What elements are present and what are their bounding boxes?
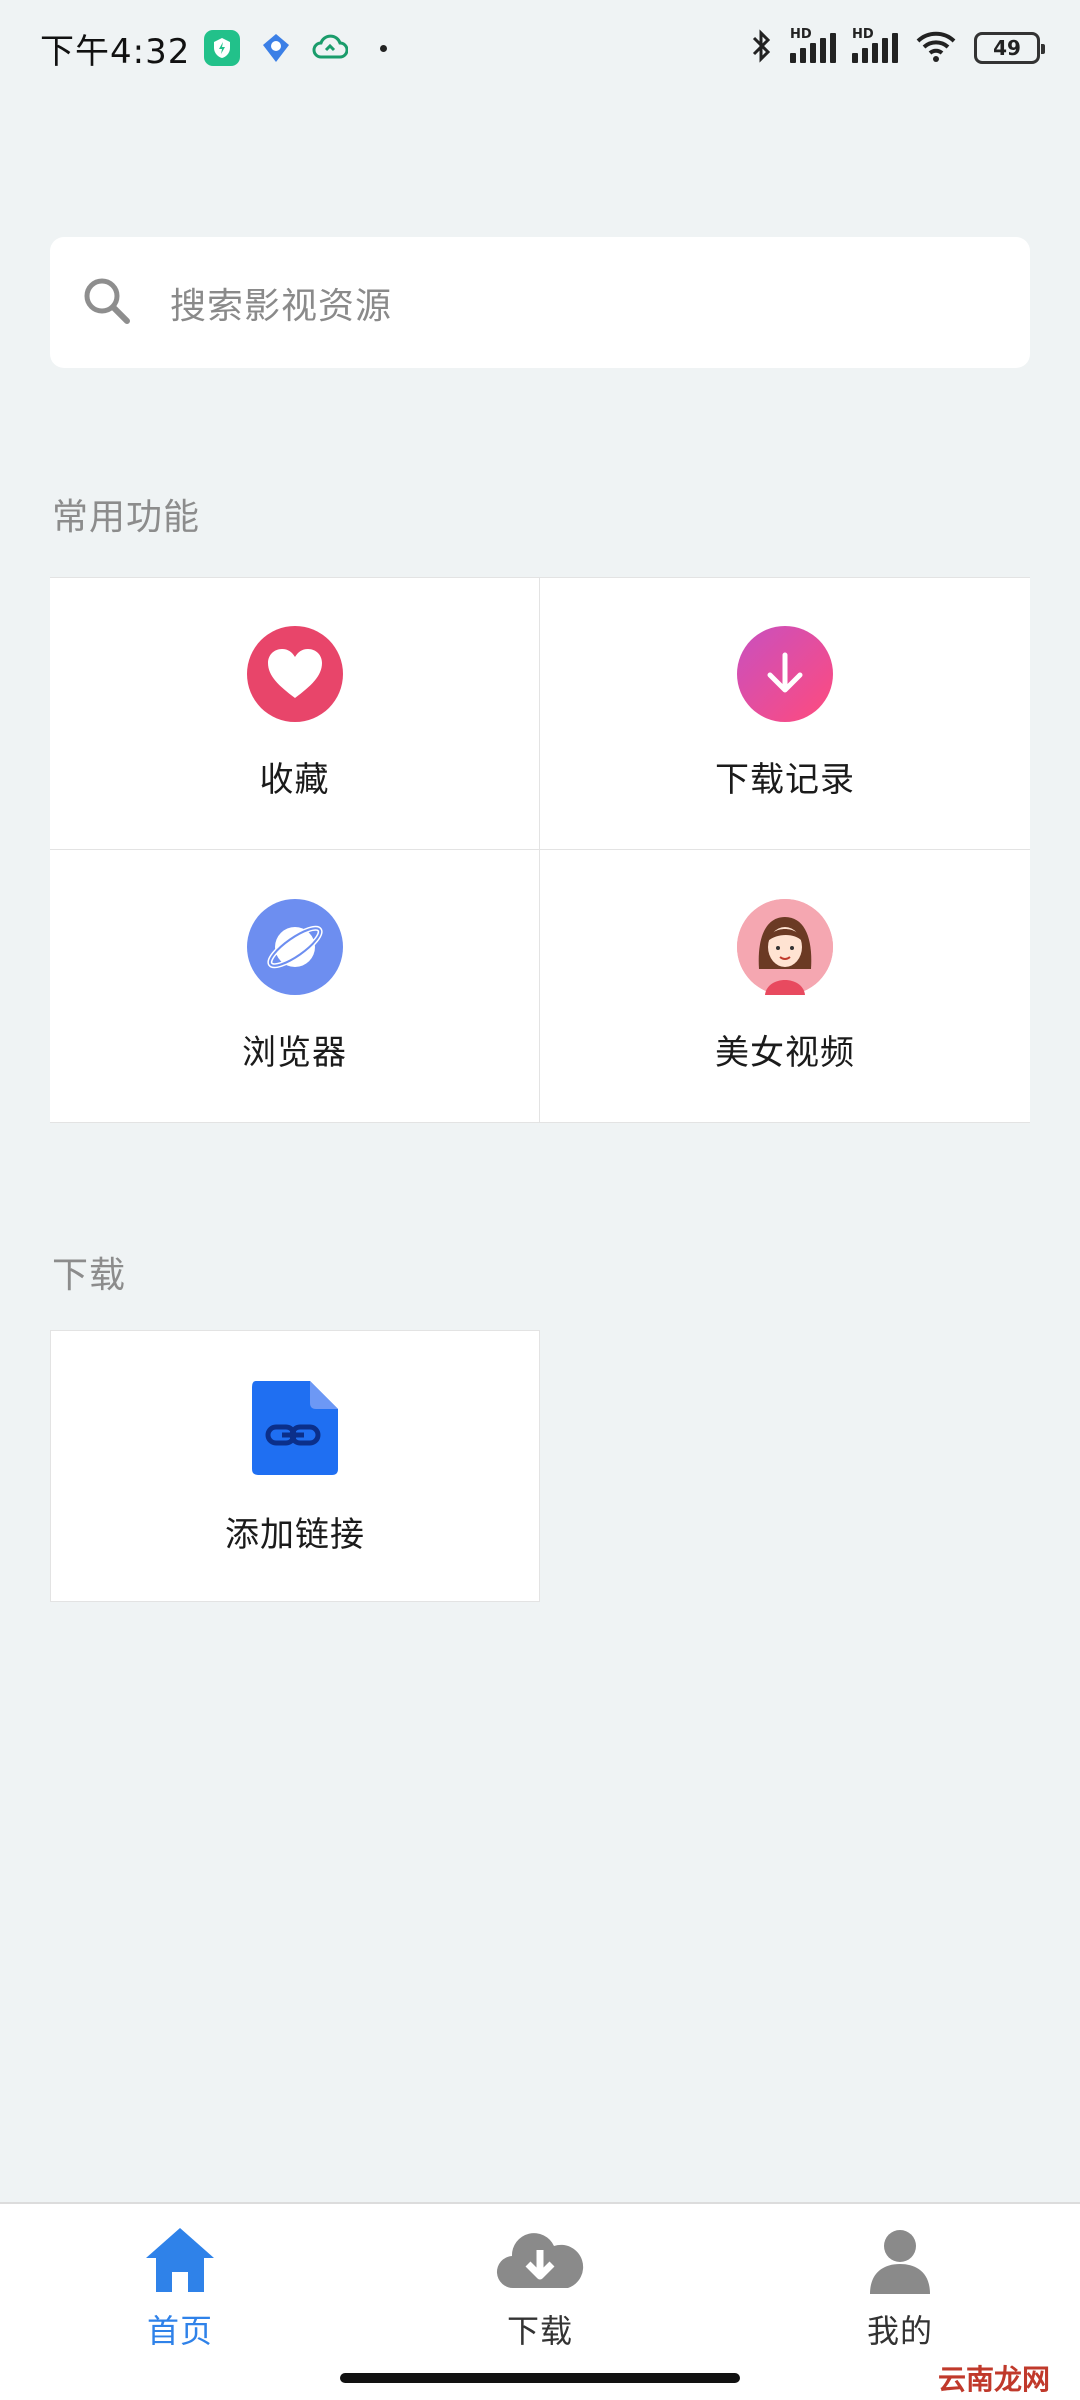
cloud-download-icon — [494, 2224, 586, 2300]
status-time: 下午4:32 — [40, 31, 191, 72]
gesture-home-bar[interactable] — [340, 2373, 740, 2383]
feature-grid: 收藏 下载记录 浏览器 美女视频 — [50, 577, 1030, 1123]
feature-download-history[interactable]: 下载记录 — [540, 578, 1030, 850]
feature-label: 收藏 — [259, 760, 330, 800]
cloud-sync-icon — [312, 30, 349, 66]
add-link-label: 添加链接 — [225, 1514, 365, 1555]
girl-avatar-icon — [737, 898, 833, 995]
battery-icon: 49 — [974, 32, 1045, 64]
feature-label: 下载记录 — [715, 760, 855, 800]
bluetooth-icon — [750, 28, 774, 68]
security-shield-icon — [204, 30, 241, 66]
bottom-navigation: 首页 下载 我的 — [0, 2202, 1080, 2400]
feature-label: 美女视频 — [715, 1032, 855, 1073]
status-bar: 下午4:32 HD HD 49 — [0, 0, 1080, 96]
signal-icon: HD — [790, 27, 836, 63]
app-screen: 下午4:32 HD HD 49 搜索影视资源 常用功能 收藏 下载记录 浏览器 … — [0, 0, 1080, 2400]
nav-home[interactable]: 首页 — [0, 2204, 360, 2400]
search-bar[interactable]: 搜索影视资源 — [50, 237, 1030, 368]
nav-label-profile: 我的 — [866, 2312, 933, 2350]
home-icon — [142, 2224, 218, 2300]
planet-icon — [246, 898, 343, 995]
search-placeholder: 搜索影视资源 — [170, 285, 393, 327]
nav-label-home: 首页 — [146, 2312, 213, 2350]
nav-download[interactable]: 下载 — [360, 2204, 720, 2400]
feature-beauty-video[interactable]: 美女视频 — [540, 850, 1030, 1122]
download-arrow-icon — [737, 626, 833, 722]
heart-icon — [246, 626, 343, 722]
add-link-button[interactable]: 添加链接 — [50, 1330, 540, 1602]
signal-icon-2: HD — [852, 27, 898, 63]
wifi-icon — [914, 29, 958, 67]
app-notification-icon — [258, 30, 294, 66]
nav-label-download: 下载 — [506, 2312, 573, 2350]
section-title-download: 下载 — [52, 1255, 127, 1296]
user-icon — [864, 2224, 936, 2300]
link-file-icon — [248, 1377, 342, 1481]
more-notifications-dot — [380, 44, 388, 52]
search-icon — [80, 274, 134, 332]
watermark: 云南龙网 — [937, 2363, 1050, 2396]
feature-label: 浏览器 — [242, 1032, 347, 1073]
feature-browser[interactable]: 浏览器 — [50, 850, 540, 1122]
section-title-common: 常用功能 — [52, 497, 201, 538]
feature-favorites[interactable]: 收藏 — [50, 578, 540, 850]
